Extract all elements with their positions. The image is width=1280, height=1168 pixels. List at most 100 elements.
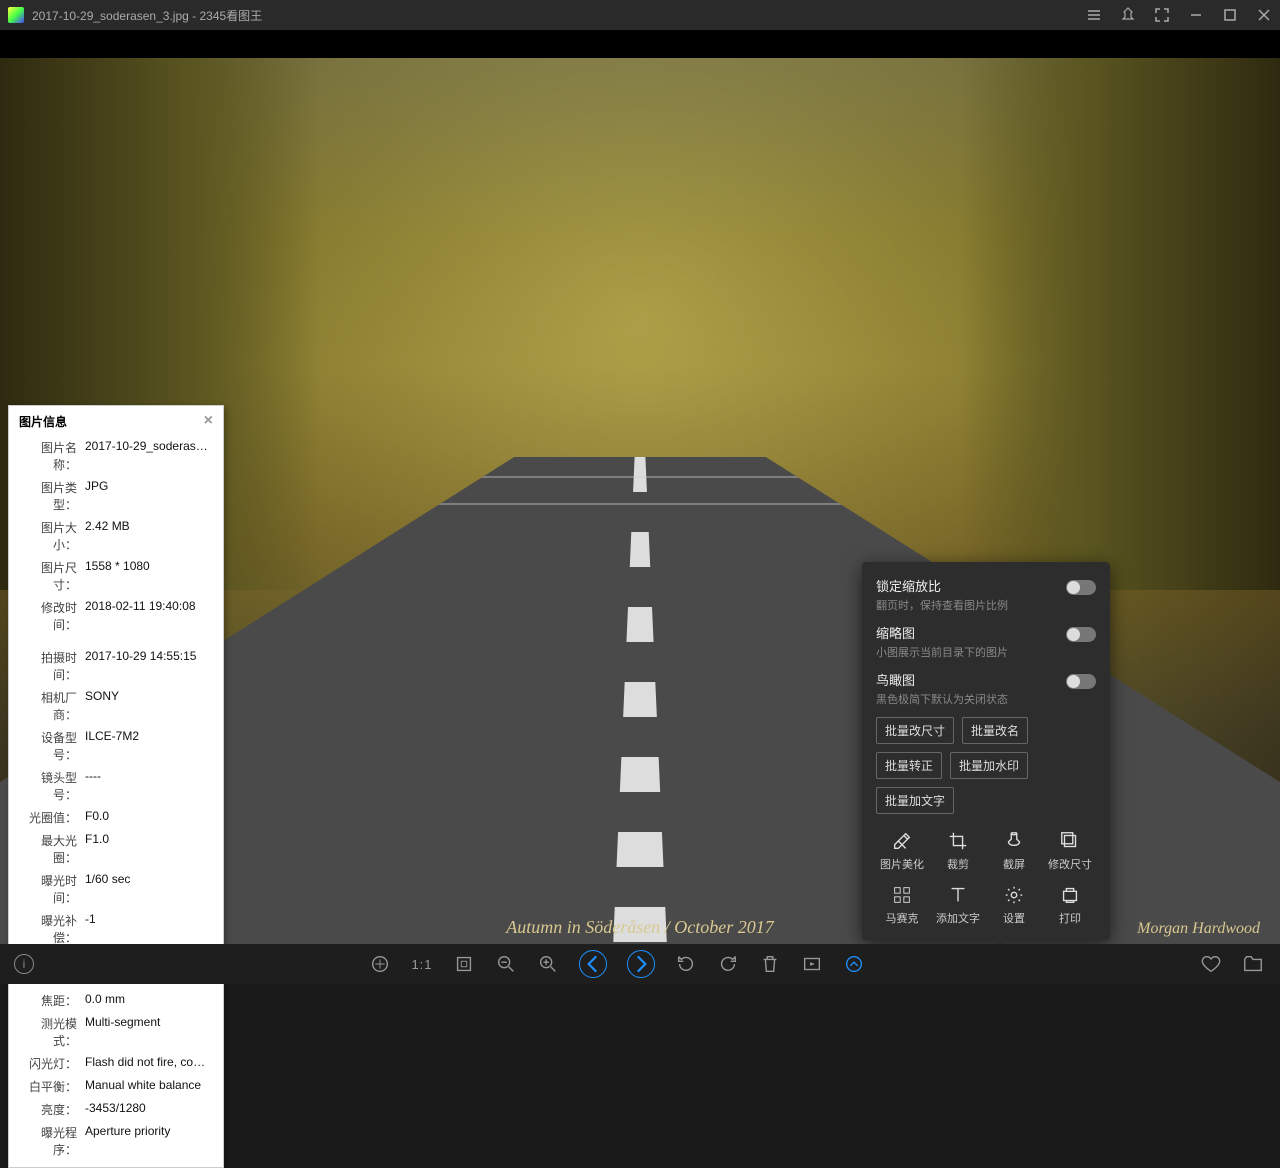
batch-button[interactable]: 批量改名 <box>962 717 1028 744</box>
exif-value: 0.0 mm <box>85 992 213 1009</box>
settings-option: 锁定缩放比翻页时，保持查看图片比例 <box>876 576 1096 613</box>
exif-value: 2017-10-29_soderasen_3 <box>85 439 213 473</box>
exif-label: 拍摄时间： <box>19 649 77 683</box>
tool-button[interactable]: 裁剪 <box>932 826 984 876</box>
exif-row: 修改时间：2018-02-11 19:40:08 <box>9 596 223 636</box>
toggle-switch[interactable] <box>1066 580 1096 595</box>
photo-author: Morgan Hardwood <box>1137 920 1260 938</box>
slideshow-icon[interactable] <box>801 953 823 975</box>
tool-label: 图片美化 <box>880 856 924 872</box>
batch-button[interactable]: 批量改尺寸 <box>876 717 954 744</box>
exif-value: -3453/1280 <box>85 1101 213 1118</box>
settings-option: 鸟瞰图黑色极简下默认为关闭状态 <box>876 670 1096 707</box>
exif-row: 曝光补偿：-1 <box>9 909 223 949</box>
rotate-right-icon[interactable] <box>717 953 739 975</box>
fullscreen-icon[interactable] <box>1154 7 1170 23</box>
exif-value: 2017-10-29 14:55:15 <box>85 649 213 683</box>
exif-value: ---- <box>85 769 213 803</box>
batch-button[interactable]: 批量加水印 <box>950 752 1028 779</box>
exif-label: 闪光灯： <box>19 1055 77 1072</box>
exif-header: 图片信息 <box>19 413 67 430</box>
exif-label: 图片尺寸： <box>19 559 77 593</box>
toggle-switch[interactable] <box>1066 674 1096 689</box>
exif-value: -1 <box>85 912 213 946</box>
fit-icon[interactable] <box>369 953 391 975</box>
exif-value: 2.42 MB <box>85 519 213 553</box>
batch-button[interactable]: 批量加文字 <box>876 787 954 814</box>
folder-icon[interactable] <box>1242 953 1264 975</box>
close-icon[interactable] <box>1256 7 1272 23</box>
exif-value: 2018-02-11 19:40:08 <box>85 599 213 633</box>
exif-row: 曝光时间：1/60 sec <box>9 869 223 909</box>
tool-label: 截屏 <box>1003 856 1025 872</box>
zoom-in-icon[interactable] <box>537 953 559 975</box>
tool-label: 裁剪 <box>947 856 969 872</box>
zoom-out-icon[interactable] <box>495 953 517 975</box>
exif-label: 图片名称： <box>19 439 77 473</box>
option-desc: 黑色极简下默认为关闭状态 <box>876 691 1096 707</box>
tool-icon <box>891 884 913 906</box>
option-desc: 翻页时，保持查看图片比例 <box>876 597 1096 613</box>
exif-label: 最大光圈： <box>19 832 77 866</box>
photo-caption: Autumn in Söderåsen / October 2017 <box>506 917 773 938</box>
rotate-left-icon[interactable] <box>675 953 697 975</box>
maximize-icon[interactable] <box>1222 7 1238 23</box>
tool-button[interactable]: 设置 <box>988 880 1040 930</box>
tool-icon <box>1059 884 1081 906</box>
settings-option: 缩略图小图展示当前目录下的图片 <box>876 623 1096 660</box>
tool-button[interactable]: 截屏 <box>988 826 1040 876</box>
favorite-icon[interactable] <box>1200 953 1222 975</box>
info-icon[interactable]: i <box>14 954 34 974</box>
next-button[interactable] <box>627 950 655 978</box>
exif-label: 镜头型号： <box>19 769 77 803</box>
tool-button[interactable]: 添加文字 <box>932 880 984 930</box>
exif-value: Aperture priority <box>85 1124 213 1158</box>
more-icon[interactable] <box>843 953 865 975</box>
exif-label: 曝光时间： <box>19 872 77 906</box>
exif-row: 镜头型号：---- <box>9 766 223 806</box>
minimize-icon[interactable] <box>1188 7 1204 23</box>
exif-row: 相机厂商：SONY <box>9 686 223 726</box>
batch-button[interactable]: 批量转正 <box>876 752 942 779</box>
pin-icon[interactable] <box>1120 7 1136 23</box>
exif-value: F0.0 <box>85 809 213 826</box>
tool-button[interactable]: 修改尺寸 <box>1044 826 1096 876</box>
exif-value: 1558 * 1080 <box>85 559 213 593</box>
zoom-home-icon[interactable] <box>453 953 475 975</box>
menu-icon[interactable] <box>1086 7 1102 23</box>
tool-button[interactable]: 图片美化 <box>876 826 928 876</box>
tool-icon <box>947 830 969 852</box>
exif-row: 拍摄时间：2017-10-29 14:55:15 <box>9 646 223 686</box>
tool-icon <box>891 830 913 852</box>
tool-label: 添加文字 <box>936 910 980 926</box>
exif-value: SONY <box>85 689 213 723</box>
tool-icon <box>1003 884 1025 906</box>
tool-icon <box>1003 830 1025 852</box>
window-title: 2017-10-29_soderasen_3.jpg - 2345看图王 <box>32 7 1086 24</box>
exif-row: 闪光灯：Flash did not fire, compul... <box>9 1052 223 1075</box>
option-title: 鸟瞰图 <box>876 670 1096 689</box>
toggle-switch[interactable] <box>1066 627 1096 642</box>
exif-row: 图片类型：JPG <box>9 476 223 516</box>
exif-value: Manual white balance <box>85 1078 213 1095</box>
exif-row: 最大光圈：F1.0 <box>9 829 223 869</box>
exif-close-icon[interactable]: × <box>204 412 213 430</box>
titlebar: 2017-10-29_soderasen_3.jpg - 2345看图王 <box>0 0 1280 30</box>
batch-buttons: 批量改尺寸批量改名批量转正批量加水印批量加文字 <box>876 717 1096 814</box>
exif-row: 图片大小：2.42 MB <box>9 516 223 556</box>
exif-label: 测光模式： <box>19 1015 77 1049</box>
one-to-one-button[interactable]: 1:1 <box>411 953 433 975</box>
exif-label: 相机厂商： <box>19 689 77 723</box>
exif-value: F1.0 <box>85 832 213 866</box>
window-controls <box>1086 7 1272 23</box>
exif-label: 图片类型： <box>19 479 77 513</box>
tool-grid: 图片美化 裁剪 截屏 修改尺寸马赛克添加文字设置打印 <box>876 826 1096 930</box>
tool-button[interactable]: 打印 <box>1044 880 1096 930</box>
tool-icon <box>1059 830 1081 852</box>
tool-button[interactable]: 马赛克 <box>876 880 928 930</box>
exif-value: 1/60 sec <box>85 872 213 906</box>
exif-label: 焦距： <box>19 992 77 1009</box>
prev-button[interactable] <box>579 950 607 978</box>
exif-label: 白平衡： <box>19 1078 77 1095</box>
delete-icon[interactable] <box>759 953 781 975</box>
